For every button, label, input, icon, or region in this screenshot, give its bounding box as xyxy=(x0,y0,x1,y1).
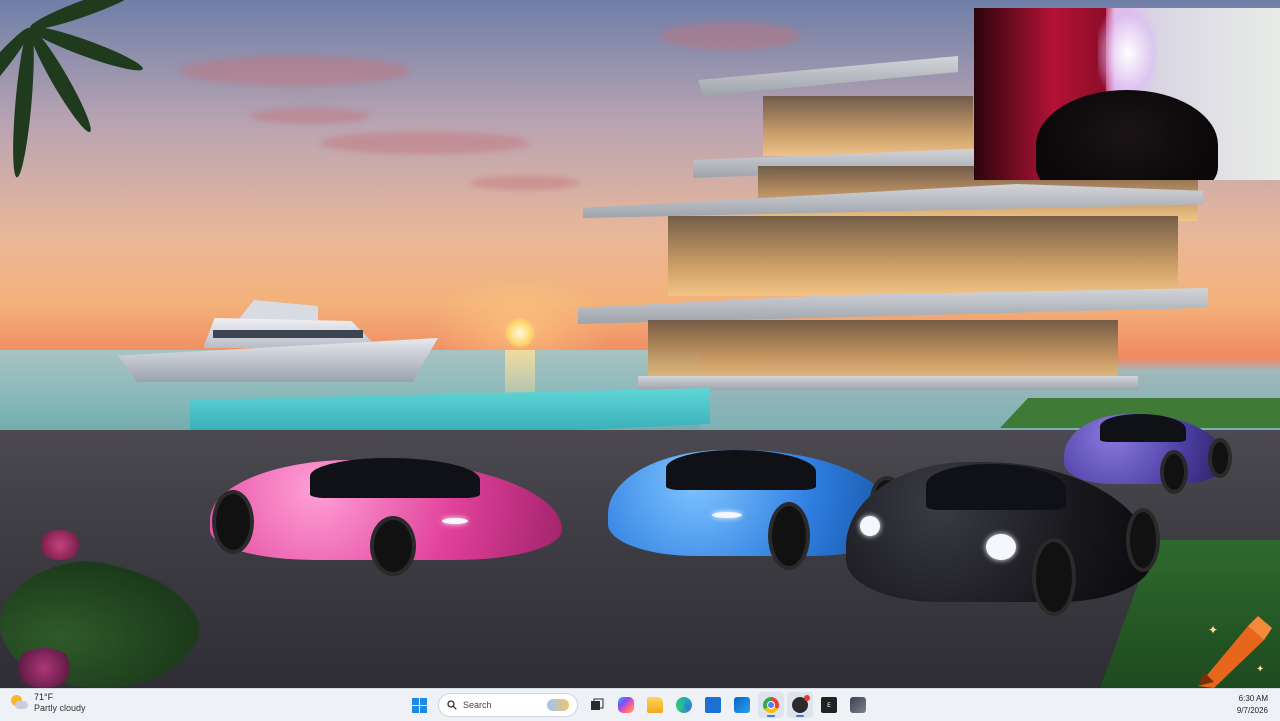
cloud xyxy=(320,132,530,154)
search-box[interactable]: Search xyxy=(438,693,578,717)
chrome-icon xyxy=(763,697,779,713)
sun xyxy=(505,318,535,348)
purple-sports-car xyxy=(1064,410,1232,494)
epic-games-button[interactable]: E xyxy=(816,692,842,718)
partly-cloudy-icon xyxy=(10,694,28,712)
cloud xyxy=(250,108,370,124)
windows-logo-icon xyxy=(411,697,427,713)
copilot-icon xyxy=(618,697,634,713)
outlook-button[interactable] xyxy=(729,692,755,718)
weather-widget[interactable]: 71°F Partly cloudy xyxy=(10,692,86,714)
clock-time: 6:30 AM xyxy=(1238,694,1268,703)
obs-icon xyxy=(792,695,810,713)
flower xyxy=(14,648,74,688)
light-flare xyxy=(1098,8,1158,98)
file-explorer-button[interactable] xyxy=(642,692,668,718)
obs-button[interactable] xyxy=(787,692,813,718)
app-icon xyxy=(850,697,866,713)
taskbar: 71°F Partly cloudy Search E 6:30 AM 9/7/… xyxy=(0,688,1280,721)
pink-sports-car xyxy=(210,450,562,576)
task-view-icon xyxy=(591,698,604,710)
outlook-icon xyxy=(734,697,750,713)
svg-text:✦: ✦ xyxy=(1256,664,1264,675)
epic-games-icon: E xyxy=(821,697,837,713)
cloud xyxy=(470,176,580,190)
search-icon xyxy=(447,700,457,710)
crayon-icon: ✦ ✦ xyxy=(1198,616,1272,688)
edge-icon xyxy=(676,697,692,713)
folder-icon xyxy=(647,697,663,713)
cloud xyxy=(180,56,410,86)
svg-text:✦: ✦ xyxy=(1208,623,1218,637)
weather-temperature: 71°F xyxy=(34,692,54,702)
app-button[interactable] xyxy=(845,692,871,718)
flower xyxy=(38,530,82,560)
weather-condition: Partly cloudy xyxy=(34,703,86,713)
system-clock[interactable]: 6:30 AM 9/7/2026 xyxy=(1237,693,1268,717)
start-button[interactable] xyxy=(406,692,432,718)
copilot-button[interactable] xyxy=(613,692,639,718)
chrome-button[interactable] xyxy=(758,692,784,718)
webcam-overlay xyxy=(974,8,1280,180)
edge-button[interactable] xyxy=(671,692,697,718)
microsoft-store-button[interactable] xyxy=(700,692,726,718)
yacht xyxy=(118,300,438,386)
taskbar-apps: Search E xyxy=(406,692,871,718)
clock-date: 9/7/2026 xyxy=(1236,706,1268,715)
search-highlight-icon xyxy=(547,699,569,711)
palm-leaves xyxy=(0,0,160,180)
search-placeholder: Search xyxy=(463,700,492,710)
task-view-button[interactable] xyxy=(584,692,610,718)
store-icon xyxy=(705,697,721,713)
